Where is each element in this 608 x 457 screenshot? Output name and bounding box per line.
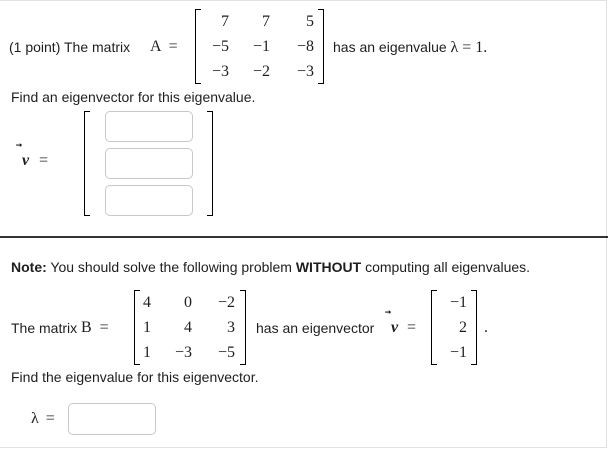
vector-v-letter: v [22,152,30,169]
note-text: Note: You should solve the following pro… [11,259,530,275]
matrix-b-cell: 4 [143,294,151,311]
matrix-b-label: B = [81,319,109,337]
note-bold: WITHOUT [295,259,362,275]
matrix-a-cell: −3 [211,63,229,80]
matrix-b-cell: −2 [217,294,235,311]
problem-2-instruction: Find the eigenvalue for this eigenvector… [11,369,259,385]
note-post: computing all eigenvalues. [365,259,531,275]
lambda-symbol: λ [31,410,39,427]
matrix-a-cell: −8 [296,38,314,55]
vector-entry: −1 [449,294,467,311]
matrix-b-equals: = [99,319,109,336]
matrix-a-cell: 5 [306,13,314,30]
matrix-a-name: A [150,38,161,55]
vector-right-bracket [471,290,477,365]
lambda-symbol: λ [450,39,459,56]
note-pre: You should solve the following problem [50,259,292,275]
eigenvalue-statement: has an eigenvalue λ = 1. [333,39,487,57]
matrix-b-cell: 0 [184,294,192,311]
eigenvector-input-3[interactable] [105,185,193,216]
matrix-a-label: A = [150,38,178,56]
matrix-b-cell: 3 [227,319,235,336]
matrix-a-equals: = [168,38,178,55]
matrix-a-cell: −2 [252,63,270,80]
problem-2-intro: The matrix [11,320,78,336]
input-left-bracket [84,111,90,216]
input-right-bracket [207,111,213,216]
eigenvalue-value: = 1. [462,39,488,56]
matrix-a-cell: 7 [262,13,270,30]
matrix-b-right-bracket [240,290,246,365]
problem-1-intro: The matrix [64,39,131,55]
matrix-b-name: B [81,319,92,336]
matrix-b-cell: 1 [143,319,151,336]
has-eigenvalue-text: has an eigenvalue [333,39,447,55]
eigenvalue-input[interactable] [68,403,156,435]
matrix-b-cell: 4 [184,319,192,336]
problem-1-instruction: Find an eigenvector for this eigenvalue. [11,89,256,105]
matrix-b-cell: −5 [217,344,235,361]
matrix-a-cell: 7 [221,13,229,30]
eigenvector-input-1[interactable] [105,111,193,142]
matrix-a-cell: −5 [211,38,229,55]
problem-1-panel [0,0,607,236]
eigenvector-input-2[interactable] [105,148,193,179]
matrix-a-cell: −1 [252,38,270,55]
lambda-label: λ = [31,410,55,428]
matrix-a-right-bracket [318,9,324,84]
problem-1-header: (1 point) The matrix [9,39,130,55]
vector-v-symbol: ⃗ v [22,152,29,170]
points-label: (1 point) [9,39,61,55]
vector-v2-symbol: ⃗ v [391,319,398,337]
matrix-b-cell: 1 [143,344,151,361]
vector-v2-equals: = [407,319,417,336]
has-eigenvector-text: has an eigenvector [256,320,375,336]
vector-entry: −1 [449,344,467,361]
note-label: Note: [11,259,47,275]
period: . [484,319,488,336]
vector-equals: = [39,152,49,169]
matrix-a-cell: −3 [296,63,314,80]
matrix-b-cell: −3 [174,344,192,361]
vector-v2-letter: v [391,319,399,336]
lambda-equals: = [45,410,55,427]
vector-entry: 2 [459,319,467,336]
